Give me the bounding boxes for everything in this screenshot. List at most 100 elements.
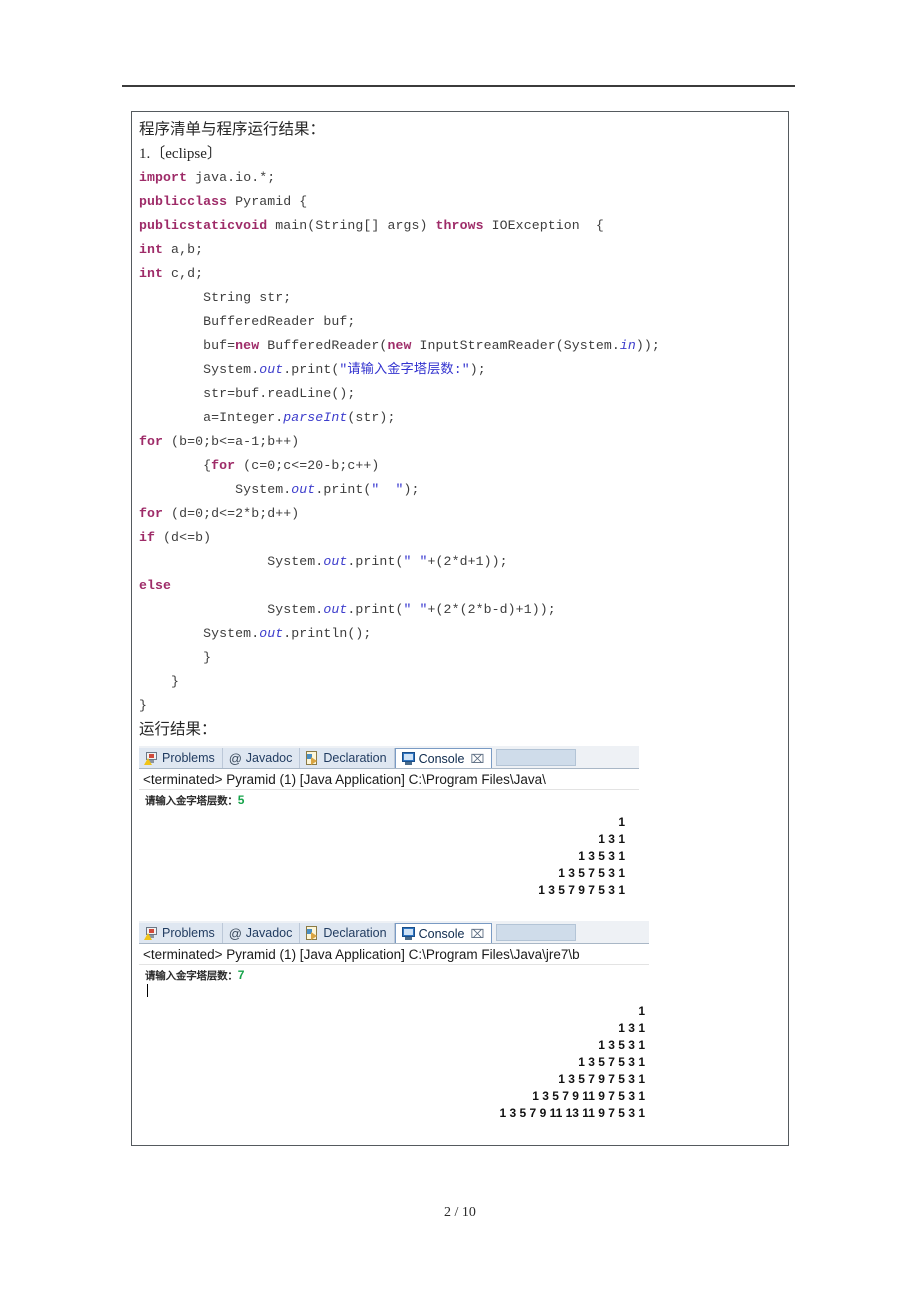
- code-token: c,d;: [163, 266, 204, 281]
- pyramid-row: 1 3 5 7 9 7 5 3 1: [558, 1072, 645, 1086]
- pyramid-row: 1 3 5 7 9 11 13 11 9 7 5 3 1: [499, 1106, 645, 1120]
- code-token-fld: out: [323, 554, 348, 569]
- code-line: String str;: [139, 286, 781, 310]
- code-token: BufferedReader buf;: [139, 314, 356, 329]
- code-line: a=Integer.parseInt(str);: [139, 406, 781, 430]
- tab-javadoc[interactable]: @ Javadoc: [222, 748, 301, 768]
- code-token-fld: out: [291, 482, 316, 497]
- tab-label: Problems: [162, 926, 215, 940]
- code-token-fld: parseInt: [283, 410, 348, 425]
- run-result-label: 运行结果：: [139, 721, 217, 738]
- console-icon: [401, 926, 416, 941]
- tab-declaration[interactable]: Declaration: [300, 748, 395, 768]
- code-line: buf=new BufferedReader(new InputStreamRe…: [139, 334, 781, 358]
- code-token-kw: publicstaticvoid: [139, 218, 268, 233]
- code-token: );: [403, 482, 420, 497]
- pyramid-row: 1 3 5 7 5 3 1: [578, 1055, 645, 1069]
- code-token: a=Integer.: [139, 410, 284, 425]
- code-line: }: [139, 670, 781, 694]
- content-table: 程序清单与程序运行结果： 1.〔eclipse〕 import java.io.…: [131, 111, 789, 1146]
- code-line: }: [139, 646, 781, 670]
- code-line: System.out.print(" ");: [139, 478, 781, 502]
- code-token: (str);: [347, 410, 396, 425]
- code-token: (c=0;c<=20-b;c++): [235, 458, 380, 473]
- console-spacer: [139, 903, 781, 917]
- page-footer: 2 / 10: [444, 1205, 476, 1220]
- console-status-line: <terminated> Pyramid (1) [Java Applicati…: [139, 944, 649, 965]
- tab-javadoc[interactable]: @ Javadoc: [222, 923, 301, 943]
- pyramid-output: 1 1 3 1 1 3 5 3 1 1 3 5 7 5 3 1 1 3 5 7 9 7 …: [145, 1003, 649, 1122]
- section-item: 1.〔eclipse〕: [139, 146, 222, 162]
- code-token: );: [469, 362, 486, 377]
- close-icon[interactable]: ⌧: [470, 927, 484, 941]
- at-icon: @: [228, 925, 242, 941]
- code-token: System.: [139, 482, 292, 497]
- console-output-area[interactable]: 请输入金字塔层数：7 1 1 3 1 1 3 5 3 1 1 3 5 7 5 3 1 1 …: [139, 965, 649, 1126]
- pyramid-row: 1 3 5 7 9 11 9 7 5 3 1: [532, 1089, 645, 1103]
- code-token: }: [139, 674, 180, 689]
- code-token: BufferedReader(: [259, 338, 388, 353]
- code-token: String str;: [139, 290, 292, 305]
- close-icon[interactable]: ⌧: [470, 752, 484, 766]
- console-tab-bar: Problems @ Javadoc Declaration Console ⌧: [139, 921, 649, 944]
- code-token: +(2*(2*b-d)+1));: [427, 602, 556, 617]
- code-token: System.: [139, 362, 260, 377]
- code-line: {for (c=0;c<=20-b;c++): [139, 454, 781, 478]
- code-token: InputStreamReader(System.: [411, 338, 620, 353]
- tab-problems[interactable]: Problems: [139, 748, 223, 768]
- code-token-kw: for: [211, 458, 236, 473]
- code-line: import java.io.*;: [139, 166, 781, 190]
- pyramid-row: 1: [618, 815, 625, 829]
- tab-overflow-box[interactable]: [496, 923, 577, 941]
- code-token: System.: [139, 602, 324, 617]
- code-token-kw: if: [139, 530, 156, 545]
- tab-bar-filler: [576, 748, 639, 768]
- code-token: (d=0;d<=2*b;d++): [163, 506, 300, 521]
- tab-console[interactable]: Console ⌧: [394, 748, 493, 768]
- code-token-str: "请输入金字塔层数:": [339, 362, 470, 377]
- code-token-fld: out: [259, 362, 284, 377]
- console-status-line: <terminated> Pyramid (1) [Java Applicati…: [139, 769, 639, 790]
- code-line: }: [139, 694, 781, 718]
- pyramid-row: 1: [638, 1004, 645, 1018]
- at-icon: @: [228, 750, 242, 766]
- pyramid-row: 1 3 5 7 9 7 5 3 1: [538, 883, 625, 897]
- code-line: int a,b;: [139, 238, 781, 262]
- code-token-kw: throws: [435, 218, 484, 233]
- code-token: buf=: [139, 338, 236, 353]
- code-listing: import java.io.*; publicclass Pyramid {pu…: [139, 166, 781, 718]
- code-line: for (b=0;b<=a-1;b++): [139, 430, 781, 454]
- problems-icon: [144, 926, 159, 941]
- tab-overflow-box[interactable]: [496, 748, 577, 766]
- console-input-value: 5: [237, 793, 245, 807]
- declaration-icon: [305, 925, 320, 941]
- pyramid-row: 1 3 5 3 1: [578, 849, 625, 863]
- code-token-str: " ": [403, 602, 428, 617]
- code-token-fld: in: [619, 338, 636, 353]
- console-output-area[interactable]: 请输入金字塔层数：5 1 1 3 1 1 3 5 3 1 1 3 5 7 5 3 1 1 …: [139, 790, 639, 903]
- code-token: System.: [139, 626, 260, 641]
- content-cell: 程序清单与程序运行结果： 1.〔eclipse〕 import java.io.…: [132, 112, 788, 1145]
- tab-declaration[interactable]: Declaration: [300, 923, 395, 943]
- code-token: str=buf.readLine();: [139, 386, 356, 401]
- pyramid-row: 1 3 5 7 5 3 1: [558, 866, 625, 880]
- code-token: +(2*d+1));: [427, 554, 508, 569]
- tab-console[interactable]: Console ⌧: [394, 923, 493, 943]
- code-token: ));: [635, 338, 660, 353]
- tab-label: Problems: [162, 751, 215, 765]
- code-token: .print(: [347, 602, 404, 617]
- eclipse-console-panel: Problems @ Javadoc Declaration Console ⌧ <term…: [139, 746, 639, 903]
- tab-label: Javadoc: [245, 751, 293, 765]
- tab-bar-filler: [576, 923, 649, 943]
- tab-problems[interactable]: Problems: [139, 923, 223, 943]
- code-token: IOException {: [483, 218, 604, 233]
- code-token: java.io.*;: [187, 170, 276, 185]
- code-line: System.out.print("请输入金字塔层数:");: [139, 358, 781, 382]
- tab-label: Declaration: [323, 751, 387, 765]
- pyramid-row: 1 3 1: [598, 832, 625, 846]
- code-token: System.: [139, 554, 324, 569]
- code-token-str: " ": [403, 554, 428, 569]
- section-title: 程序清单与程序运行结果：: [139, 121, 326, 138]
- code-token-kw: publicclass: [139, 194, 228, 209]
- code-token: .println();: [283, 626, 372, 641]
